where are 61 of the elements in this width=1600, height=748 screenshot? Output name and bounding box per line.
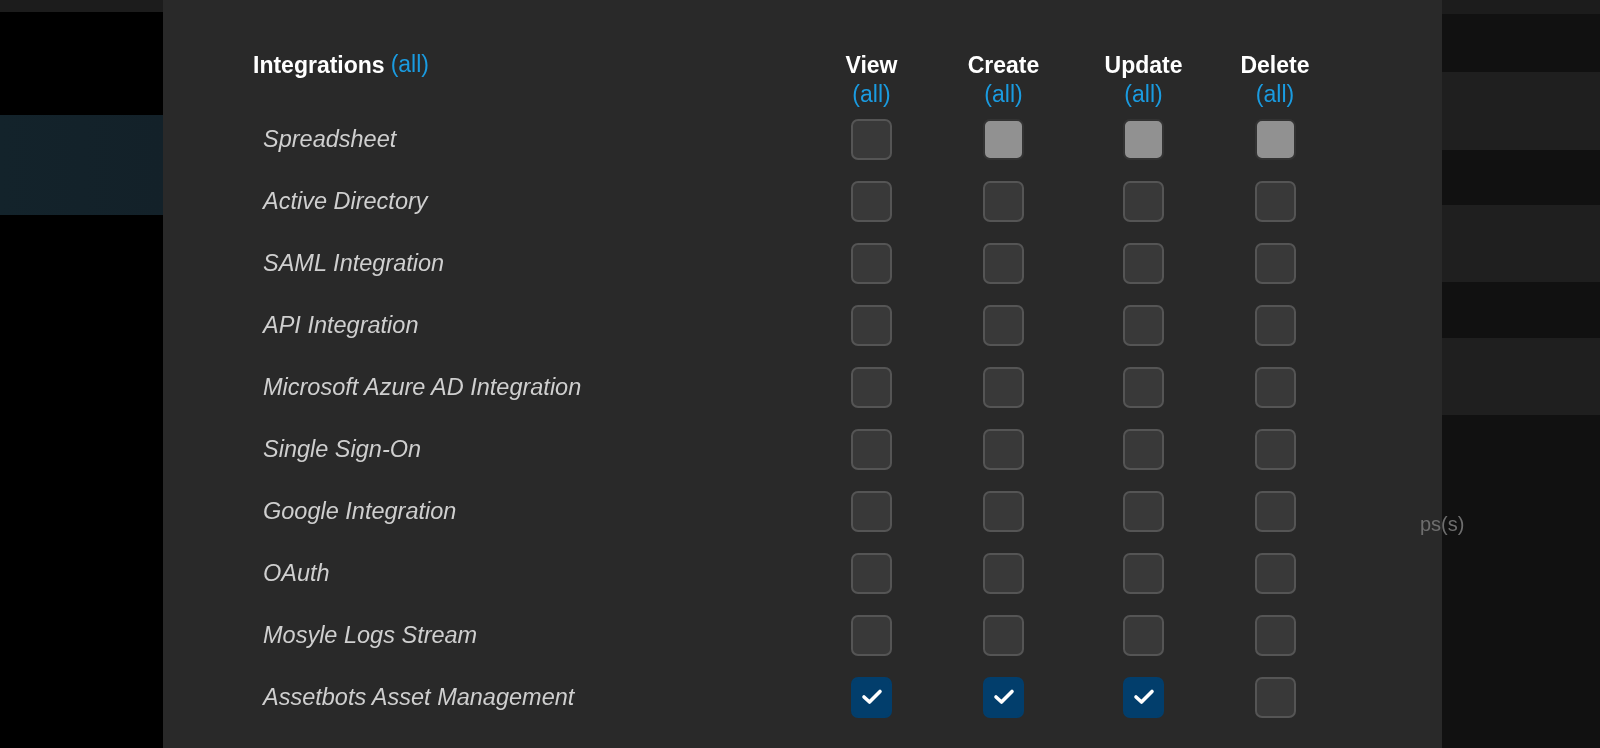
row-label: Mosyle Logs Stream: [263, 621, 478, 649]
checkbox[interactable]: [1123, 490, 1164, 532]
checkbox[interactable]: [1254, 366, 1296, 408]
checkbox[interactable]: [1254, 490, 1296, 532]
column-header: Create: [967, 51, 1040, 80]
row-label: Spreadsheet: [263, 125, 397, 153]
checkbox[interactable]: [1123, 304, 1164, 346]
select-all-link[interactable]: (all): [852, 80, 891, 108]
checkbox[interactable]: [1254, 180, 1296, 222]
checkbox[interactable]: [851, 304, 892, 346]
checkbox[interactable]: [851, 180, 892, 222]
checkbox[interactable]: [1254, 552, 1296, 594]
select-all-link[interactable]: (all): [1124, 80, 1163, 108]
section-title: Integrations: [253, 51, 385, 80]
checkbox[interactable]: [1123, 180, 1164, 222]
checkbox[interactable]: [983, 366, 1024, 408]
checkbox[interactable]: [983, 428, 1024, 470]
column-header: View: [845, 51, 898, 80]
row-label: SAML Integration: [263, 249, 445, 277]
checkbox[interactable]: [983, 180, 1024, 222]
check-icon: [860, 688, 883, 706]
checkbox[interactable]: [1123, 366, 1164, 408]
checkbox[interactable]: [1123, 614, 1164, 656]
select-all-link[interactable]: (all): [984, 80, 1023, 108]
row-label: Active Directory: [263, 187, 428, 215]
row-label: API Integration: [263, 311, 419, 339]
background-text: ps(s): [1420, 513, 1465, 536]
row-label: Single Sign-On: [263, 435, 422, 463]
checkbox[interactable]: [1254, 242, 1296, 284]
column-header: Update: [1104, 51, 1183, 80]
checkbox[interactable]: [851, 366, 892, 408]
checkbox[interactable]: [1123, 242, 1164, 284]
checkbox[interactable]: [983, 490, 1024, 532]
column-header: Delete: [1240, 51, 1310, 80]
checkbox[interactable]: [1123, 676, 1164, 718]
checkbox[interactable]: [851, 676, 892, 718]
check-icon: [992, 688, 1015, 706]
checkbox[interactable]: [851, 428, 892, 470]
checkbox[interactable]: [851, 614, 892, 656]
row-label: OAuth: [263, 559, 330, 587]
select-all-link[interactable]: (all): [1255, 80, 1295, 108]
checkbox[interactable]: [1254, 676, 1296, 718]
checkbox[interactable]: [983, 614, 1024, 656]
checkbox[interactable]: [851, 552, 892, 594]
checkbox[interactable]: [983, 676, 1024, 718]
checkbox[interactable]: [983, 304, 1024, 346]
check-icon: [1132, 688, 1155, 706]
checkbox[interactable]: [1123, 552, 1164, 594]
checkbox[interactable]: [1123, 428, 1164, 470]
checkbox[interactable]: [851, 118, 892, 160]
checkbox[interactable]: [1254, 304, 1296, 346]
checkbox[interactable]: [983, 242, 1024, 284]
checkbox[interactable]: [983, 552, 1024, 594]
row-label: Google Integration: [263, 497, 457, 525]
checkbox[interactable]: [851, 242, 892, 284]
select-all-link[interactable]: (all): [390, 50, 429, 78]
row-label: Microsoft Azure AD Integration: [263, 373, 582, 401]
checkbox[interactable]: [1254, 428, 1296, 470]
row-label: Assetbots Asset Management: [263, 683, 575, 711]
checkbox[interactable]: [1254, 614, 1296, 656]
checkbox[interactable]: [851, 490, 892, 532]
